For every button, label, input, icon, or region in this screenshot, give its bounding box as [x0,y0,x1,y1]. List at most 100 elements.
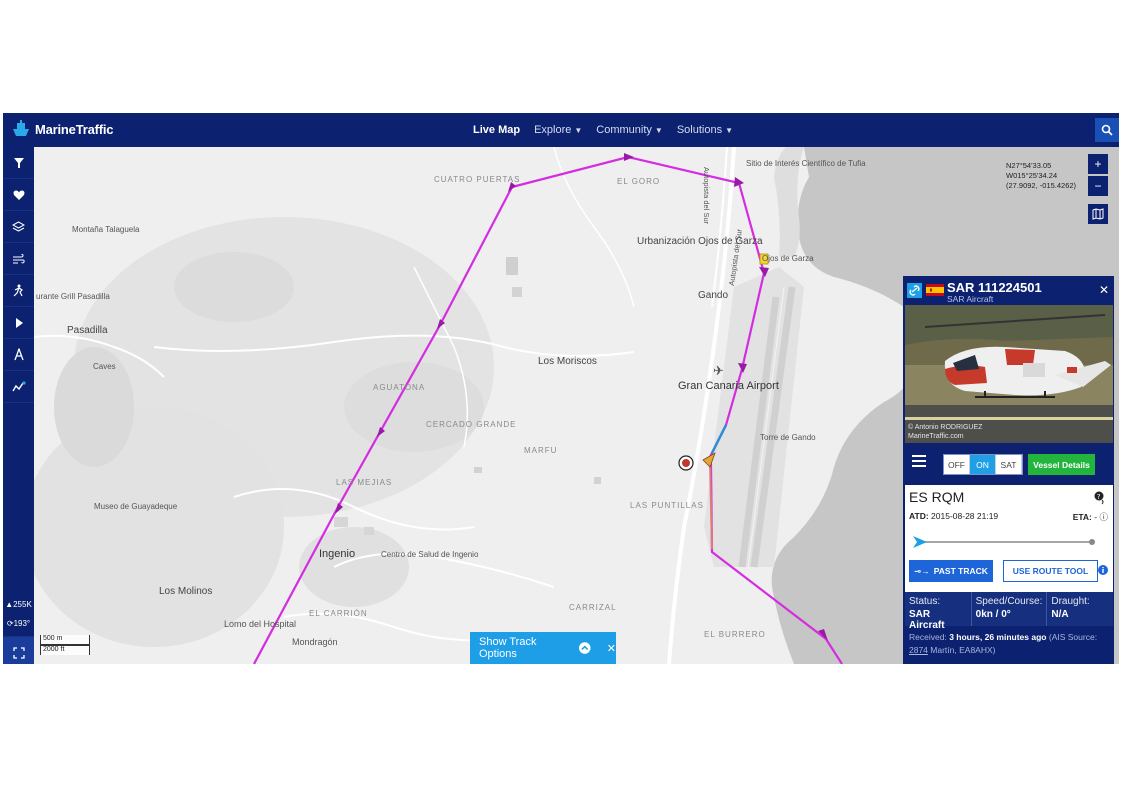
chevron-down-icon: ▼ [654,126,663,135]
spain-flag-icon [926,284,944,296]
map-label: Gando [698,290,729,301]
svg-text:✈: ✈ [713,364,724,379]
layers-button[interactable] [3,211,34,243]
map-label: Los Moriscos [538,356,597,367]
chevron-down-icon: ▼ [725,126,734,135]
map-label: CERCADO GRANDE [426,420,517,429]
eta: ETA: - ⓘ [1072,512,1108,522]
vessel-toolbar: OFF ON SAT Vessel Details [903,443,1114,485]
density-button[interactable] [3,275,34,307]
link-button[interactable] [907,283,922,298]
toggle-sat[interactable]: SAT [996,455,1022,474]
heart-icon [13,190,24,200]
zoom-out-button[interactable]: − [1088,176,1108,196]
map-label: Urbanización Ojos de Garza [637,236,763,247]
ais-source-link[interactable]: 2874 [909,645,928,655]
use-route-tool-button[interactable]: USE ROUTE TOOL [1003,560,1098,582]
vessel-voyage-info: ES RQM ? ATD: 2015-08-28 21:19 ETA: - ⓘ … [905,485,1113,592]
map-label: Gran Canaria Airport [678,380,779,392]
map-label: Los Molinos [159,586,213,597]
photo-credit: © Antonio RODRIGUEZ MarineTraffic.com [908,424,983,440]
vessel-stats: Status: SAR Aircraft Speed/Course: 0kn / 0… [905,592,1113,631]
ship-logo-icon [13,120,29,136]
help-icon[interactable]: ? [1094,491,1106,505]
received-info: Received: 3 hours, 26 minutes ago (AIS S… [909,632,1098,655]
map-label: Torre de Gando [760,433,816,442]
vessel-type: SAR Aircraft [947,294,994,304]
map-label: urante Grill Pasadilla [36,292,110,301]
fullscreen-icon [12,646,25,659]
filter-button[interactable] [3,147,34,179]
show-track-options-button[interactable]: Show Track Options ✕ [470,632,616,664]
info-icon[interactable] [1098,565,1108,575]
map-label: Ojos de Garza [762,254,814,263]
speed-stat: Speed/Course: 0kn / 0° [972,592,1048,626]
close-track-options-icon[interactable]: ✕ [607,642,616,655]
map-label: EL BURRERO [704,630,766,639]
vessel-details-button[interactable]: Vessel Details [1028,454,1095,475]
vessel-name: SAR 111224501 [947,280,1042,295]
vessel-count: ▲255K [5,600,32,609]
status-stat: Status: SAR Aircraft [905,592,972,631]
map-label: CUATRO PUERTAS [434,175,521,184]
map-label: Museo de Guayadeque [94,502,178,511]
analytics-icon [11,380,26,391]
map-icon [1092,208,1104,220]
wind-button[interactable] [3,243,34,275]
weather-icon [13,348,24,361]
search-button[interactable] [1095,118,1119,142]
toggle-off[interactable]: OFF [944,455,970,474]
map-label: Pasadilla [67,325,108,336]
playback-button[interactable] [3,307,34,339]
svg-text:?: ? [1097,493,1101,501]
map-type-button[interactable] [1088,204,1108,224]
toggle-on[interactable]: ON [970,455,996,474]
vessel-panel-header: SAR 111224501 SAR Aircraft ✕ [903,276,1114,305]
analytics-button[interactable] [3,371,34,403]
link-icon [909,285,920,296]
wind-icon [13,253,25,263]
chevron-down-icon: ▼ [574,126,583,135]
map-label: LAS MEJIAS [336,478,393,487]
map-label: Centro de Salud de Ingenio [381,550,479,559]
close-panel-button[interactable]: ✕ [1099,283,1109,297]
brand-logo[interactable]: MarineTraffic [11,119,114,139]
map-tools-sidebar: ▲255K ⟳193° [3,147,34,664]
map-label: Lomo del Hospital [224,619,297,629]
search-icon [1101,124,1113,136]
map-label: Sitio de Interés Científico de Tufia [746,159,866,168]
map-label: Montaña Talaguela [72,225,140,234]
marinetraffic-app: ✈ CUATRO PUERTAS EL GORO Sitio de Interé… [3,113,1119,664]
zoom-in-button[interactable]: + [1088,154,1108,174]
map-label: Autopista del Sur [702,167,711,225]
draught-stat: Draught: N/A [1051,596,1090,620]
map-label: Ingenio [319,548,356,560]
past-track-button[interactable]: ⊸→ PAST TRACK [909,560,993,582]
top-navigation-bar: MarineTraffic Live Map Explore ▼ Communit… [3,113,1119,147]
track-mode-toggle: OFF ON SAT [943,454,1023,475]
filter-icon [13,157,24,168]
info-icon: ⓘ [1099,512,1108,522]
fullscreen-button[interactable] [3,636,34,664]
my-fleet-button[interactable] [3,179,34,211]
menu-icon[interactable] [912,455,926,467]
vessel-callsign: ES RQM [909,489,965,505]
voyage-progress [913,536,1095,548]
brand-name: MarineTraffic [35,121,114,137]
map-label: LAS PUNTILLAS [630,501,704,510]
nav-solutions[interactable]: Solutions ▼ [677,124,733,136]
nav-live-map[interactable]: Live Map [473,124,520,136]
map-heading: ⟳193° [6,619,31,628]
coordinate-readout: N27°54'33.05 W015°25'34.24 (27.9092, -01… [1006,161,1077,190]
nav-explore[interactable]: Explore ▼ [534,124,582,136]
track-arrow-icon: ⊸→ [914,565,930,576]
density-icon [13,284,23,297]
weather-button[interactable] [3,339,34,371]
main-nav: Live Map Explore ▼ Community ▼ Solutions ▼ [473,113,733,147]
map-label: EL GORO [617,177,661,186]
atd: ATD: 2015-08-28 21:19 [909,511,999,521]
map-label: Caves [93,362,116,371]
layers-icon [12,220,25,232]
nav-community[interactable]: Community ▼ [596,124,663,136]
vessel-photo[interactable]: © Antonio RODRIGUEZ MarineTraffic.com [905,305,1113,443]
